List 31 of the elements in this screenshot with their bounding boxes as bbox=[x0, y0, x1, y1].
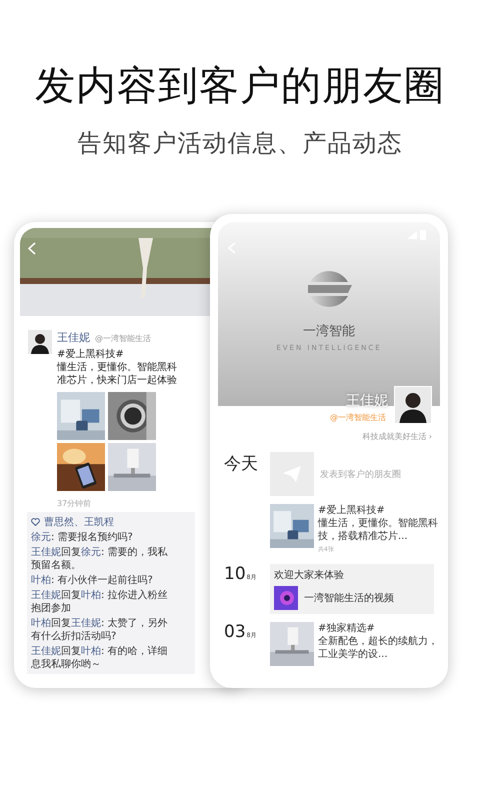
comment: 王佳妮回复叶柏: 拉你进入粉丝 抱团参加 bbox=[31, 589, 169, 615]
comment: 徐元: 需要报名预约吗? bbox=[31, 531, 134, 544]
post-text: #爱上黑科技# 懂生活，更懂你。智能黑科 准芯片，快来门店一起体验 bbox=[57, 348, 178, 387]
date-text: 今天 bbox=[224, 453, 258, 475]
date-text: 03 bbox=[224, 622, 246, 642]
comment: 王佳妮回复徐元: 需要的，我私 预留名额。 bbox=[31, 546, 169, 572]
author-name[interactable]: 王佳妮 bbox=[57, 330, 90, 345]
video-title: 一湾智能生活的视频 bbox=[304, 592, 394, 605]
slogan-link[interactable]: 科技成就美好生活 › bbox=[362, 423, 440, 442]
comment: 叶柏回复王佳妮: 太赞了，另外 有什么折扣活动吗? bbox=[31, 617, 169, 643]
post-title: 欢迎大家来体验 bbox=[274, 568, 345, 582]
post-text: #爱上黑科技# 懂生活，更懂你。智能黑科 技，搭载精准芯片... bbox=[318, 504, 438, 543]
handle-text: @一湾智能生活 bbox=[95, 333, 151, 344]
headline: 发内容到客户的朋友圈 bbox=[35, 62, 445, 111]
compose-hint[interactable]: 发表到客户的朋友圈 bbox=[320, 468, 401, 480]
date-text: 10 bbox=[224, 564, 246, 584]
owner-name: 王佳妮 bbox=[346, 392, 388, 410]
owner-handle[interactable]: @一湾智能生活 bbox=[330, 412, 386, 423]
comment: 王佳妮回复叶柏: 有的哈，详细 息我私聊你哟～ bbox=[31, 645, 169, 671]
post-time: 37分钟前 bbox=[57, 498, 92, 509]
avatar bbox=[394, 386, 432, 424]
back-icon[interactable] bbox=[28, 242, 36, 255]
heart-icon[interactable] bbox=[31, 518, 40, 526]
comment: 叶柏: 有小伙伴一起前往吗? bbox=[31, 574, 154, 587]
liker-names: 曹思然、王凯程 bbox=[44, 516, 114, 529]
subheadline: 告知客户活动信息、产品动态 bbox=[78, 128, 402, 159]
video-post[interactable]: 欢迎大家来体验 一湾智能生活的视频 bbox=[270, 564, 434, 614]
video-thumbnail-icon bbox=[274, 586, 298, 610]
brand-name: 一湾智能 bbox=[303, 323, 355, 340]
avatar bbox=[28, 330, 52, 354]
post-text: #独家精选# 全新配色，超长的续航力， 工业美学的设... bbox=[318, 622, 438, 661]
